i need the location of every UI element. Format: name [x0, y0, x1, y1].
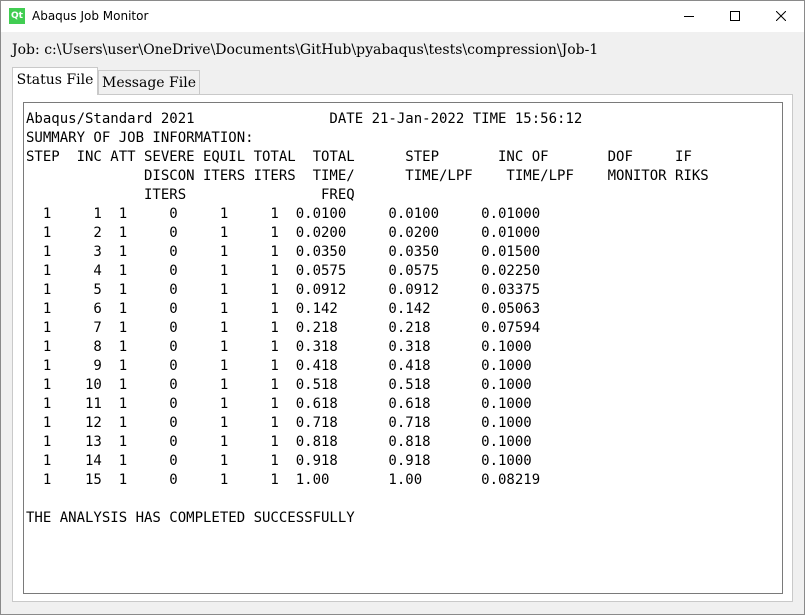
job-monitor-window: Qt Abaqus Job Monitor Job: c:\Users\user… — [0, 0, 805, 615]
status-file-text-area[interactable]: Abaqus/Standard 2021 DATE 21-Jan-2022 TI… — [23, 102, 783, 594]
close-button[interactable] — [758, 1, 804, 32]
status-line: 1 13 1 0 1 1 0.818 0.818 0.1000 — [26, 434, 532, 450]
maximize-button[interactable] — [712, 1, 758, 32]
status-line: 1 8 1 0 1 1 0.318 0.318 0.1000 — [26, 339, 532, 355]
status-line: 1 1 1 0 1 1 0.0100 0.0100 0.01000 — [26, 206, 541, 222]
status-line: 1 6 1 0 1 1 0.142 0.142 0.05063 — [26, 301, 541, 317]
status-line: THE ANALYSIS HAS COMPLETED SUCCESSFULLY — [26, 510, 355, 526]
job-path-line: Job: c:\Users\user\OneDrive\Documents\Gi… — [12, 41, 598, 59]
status-line: 1 12 1 0 1 1 0.718 0.718 0.1000 — [26, 415, 532, 431]
status-line: 1 3 1 0 1 1 0.0350 0.0350 0.01500 — [26, 244, 541, 260]
status-line — [26, 490, 709, 509]
status-line: SUMMARY OF JOB INFORMATION: — [26, 130, 254, 146]
status-line: 1 10 1 0 1 1 0.518 0.518 0.1000 — [26, 377, 532, 393]
status-file-content: Abaqus/Standard 2021 DATE 21-Jan-2022 TI… — [26, 110, 709, 528]
status-line: Abaqus/Standard 2021 DATE 21-Jan-2022 TI… — [26, 111, 583, 127]
status-file-panel: Abaqus/Standard 2021 DATE 21-Jan-2022 TI… — [12, 94, 793, 602]
status-line: 1 14 1 0 1 1 0.918 0.918 0.1000 — [26, 453, 532, 469]
status-line: 1 9 1 0 1 1 0.418 0.418 0.1000 — [26, 358, 532, 374]
title-bar[interactable]: Qt Abaqus Job Monitor — [1, 1, 804, 32]
qt-app-icon: Qt — [9, 8, 25, 24]
job-label: Job: — [12, 42, 40, 58]
maximize-icon — [730, 11, 740, 21]
window-title: Abaqus Job Monitor — [32, 9, 149, 23]
status-line: STEP INC ATT SEVERE EQUIL TOTAL TOTAL ST… — [26, 149, 692, 165]
status-line: 1 7 1 0 1 1 0.218 0.218 0.07594 — [26, 320, 541, 336]
status-line: 1 15 1 0 1 1 1.00 1.00 0.08219 — [26, 472, 541, 488]
status-line: DISCON ITERS ITERS TIME/ TIME/LPF TIME/L… — [26, 168, 709, 184]
minimize-icon — [684, 16, 694, 17]
close-icon — [776, 11, 786, 21]
job-path: c:\Users\user\OneDrive\Documents\GitHub\… — [44, 42, 599, 58]
status-line: 1 11 1 0 1 1 0.618 0.618 0.1000 — [26, 396, 532, 412]
minimize-button[interactable] — [666, 1, 712, 32]
status-line: 1 5 1 0 1 1 0.0912 0.0912 0.03375 — [26, 282, 541, 298]
tab-message-file[interactable]: Message File — [98, 70, 200, 95]
tab-status-file[interactable]: Status File — [12, 67, 98, 95]
status-line: ITERS FREQ — [26, 187, 355, 203]
status-line: 1 4 1 0 1 1 0.0575 0.0575 0.02250 — [26, 263, 541, 279]
status-line: 1 2 1 0 1 1 0.0200 0.0200 0.01000 — [26, 225, 541, 241]
